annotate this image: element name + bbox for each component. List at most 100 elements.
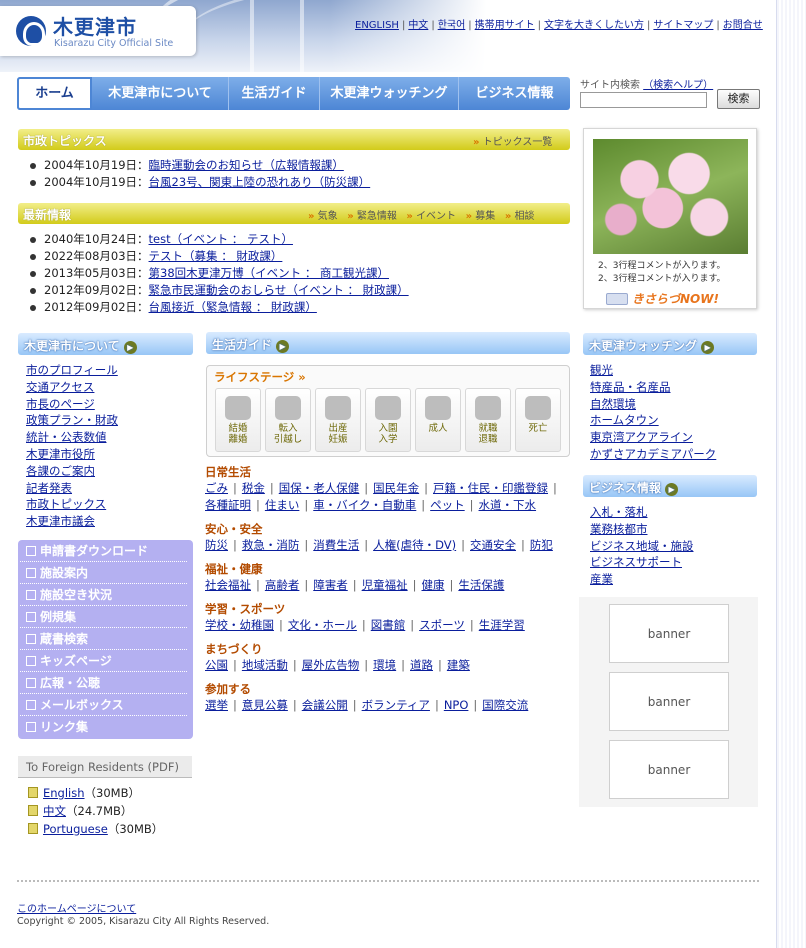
category-link[interactable]: スポーツ: [419, 618, 465, 632]
category-link[interactable]: 会議公開: [302, 698, 348, 712]
util-link-english[interactable]: ENGLISH: [355, 20, 399, 31]
topic-link[interactable]: 臨時運動会のお知らせ（広報情報課）: [149, 158, 344, 172]
category-link[interactable]: 学校・幼稚園: [205, 618, 274, 632]
about-link[interactable]: 各課のご案内: [26, 463, 118, 480]
category-link[interactable]: 意見公募: [242, 698, 288, 712]
category-link[interactable]: 救急・消防: [242, 538, 300, 552]
stage-death[interactable]: 死亡: [515, 388, 561, 452]
about-link[interactable]: 交通アクセス: [26, 379, 118, 396]
category-link[interactable]: 社会福祉: [205, 578, 251, 592]
menu-regulations[interactable]: 例規集: [20, 606, 187, 628]
util-link-korean[interactable]: 한국어: [438, 20, 466, 31]
banner-3[interactable]: banner: [609, 740, 729, 799]
business-link[interactable]: ビジネス地域・施設: [590, 538, 694, 555]
pdf-link-english[interactable]: English: [43, 786, 85, 800]
category-link[interactable]: 国保・老人保健: [279, 481, 360, 495]
news-link[interactable]: 緊急市民運動会のおしらせ（イベント ： 財政課）: [149, 283, 409, 297]
topics-list-link[interactable]: » トピックス一覧: [473, 133, 552, 148]
search-button[interactable]: 検索: [717, 89, 760, 109]
category-link[interactable]: 各種証明: [205, 498, 251, 512]
nav-life-guide[interactable]: 生活ガイド: [229, 77, 320, 110]
nav-home[interactable]: ホーム: [17, 77, 92, 110]
util-link-sitemap[interactable]: サイトマップ: [653, 20, 713, 31]
category-link[interactable]: 健康: [422, 578, 445, 592]
filter-weather[interactable]: 気象: [318, 211, 338, 222]
watching-header[interactable]: 木更津ウォッチング ▶: [583, 333, 757, 355]
business-link[interactable]: 業務核都市: [590, 521, 694, 538]
category-link[interactable]: 生涯学習: [479, 618, 525, 632]
watching-link[interactable]: 観光: [590, 362, 716, 379]
watching-link[interactable]: 自然環境: [590, 396, 716, 413]
stage-adult[interactable]: 成人: [415, 388, 461, 452]
category-link[interactable]: 人権(虐待・DV): [373, 538, 456, 552]
stage-birth[interactable]: 出産 妊娠: [315, 388, 361, 452]
banner-1[interactable]: banner: [609, 604, 729, 663]
topic-link[interactable]: 台風23号、関東上陸の恐れあり（防災課）: [149, 175, 371, 189]
life-guide-header[interactable]: 生活ガイド ▶: [206, 332, 570, 354]
category-link[interactable]: 消費生活: [313, 538, 359, 552]
category-link[interactable]: 建築: [447, 658, 470, 672]
category-link[interactable]: NPO: [444, 698, 469, 712]
category-link[interactable]: ボランティア: [362, 698, 430, 712]
banner-2[interactable]: banner: [609, 672, 729, 731]
pdf-link-portuguese[interactable]: Portuguese: [43, 822, 108, 836]
nav-about[interactable]: 木更津市について: [92, 77, 229, 110]
about-header[interactable]: 木更津市について ▶: [18, 333, 193, 355]
news-link[interactable]: 第38回木更津万博（イベント ： 商工観光課）: [149, 266, 389, 280]
category-link[interactable]: 国際交流: [482, 698, 528, 712]
about-link[interactable]: 市のプロフィール: [26, 362, 118, 379]
category-link[interactable]: 住まい: [265, 498, 300, 512]
business-link[interactable]: 入札・落札: [590, 504, 694, 521]
menu-mailbox[interactable]: メールボックス: [20, 694, 187, 716]
filter-event[interactable]: イベント: [416, 211, 456, 222]
category-link[interactable]: 車・バイク・自動車: [313, 498, 416, 512]
category-link[interactable]: 税金: [242, 481, 265, 495]
category-link[interactable]: 屋外広告物: [302, 658, 360, 672]
category-link[interactable]: 道路: [410, 658, 433, 672]
menu-download[interactable]: 申請書ダウンロード: [20, 540, 187, 562]
menu-availability[interactable]: 施設空き状況: [20, 584, 187, 606]
cherry-blossom-photo[interactable]: [593, 139, 748, 254]
kisarazu-now-link[interactable]: きさらづNOW!: [606, 290, 736, 306]
search-input[interactable]: [580, 92, 707, 108]
category-link[interactable]: 児童福祉: [362, 578, 408, 592]
category-link[interactable]: 障害者: [313, 578, 348, 592]
stage-school[interactable]: 入園 入学: [365, 388, 411, 452]
about-link[interactable]: 木更津市役所: [26, 446, 118, 463]
menu-pr[interactable]: 広報・公聴: [20, 672, 187, 694]
category-link[interactable]: 防犯: [530, 538, 553, 552]
category-link[interactable]: 図書館: [371, 618, 406, 632]
menu-facilities[interactable]: 施設案内: [20, 562, 187, 584]
watching-link[interactable]: かずさアカデミアパーク: [590, 446, 716, 463]
nav-watching[interactable]: 木更津ウォッチング: [320, 77, 459, 110]
business-link[interactable]: ビジネスサポート: [590, 554, 694, 571]
category-link[interactable]: 水道・下水: [479, 498, 537, 512]
category-link[interactable]: 防災: [205, 538, 228, 552]
menu-kids[interactable]: キッズページ: [20, 650, 187, 672]
site-logo[interactable]: 木更津市 Kisarazu City Official Site: [0, 6, 196, 56]
category-link[interactable]: 文化・ホール: [288, 618, 357, 632]
stage-marriage[interactable]: 結婚 離婚: [215, 388, 261, 452]
util-link-mobile[interactable]: 携帯用サイト: [475, 20, 535, 31]
category-link[interactable]: 高齢者: [265, 578, 300, 592]
category-link[interactable]: ペット: [430, 498, 465, 512]
business-header[interactable]: ビジネス情報 ▶: [583, 475, 757, 497]
stage-moving[interactable]: 転入 引越し: [265, 388, 311, 452]
filter-consult[interactable]: 相談: [514, 211, 534, 222]
util-link-large-text[interactable]: 文字を大きくしたい方: [544, 20, 644, 31]
pdf-link-chinese[interactable]: 中文: [43, 804, 66, 818]
filter-emergency[interactable]: 緊急情報: [357, 211, 397, 222]
about-link[interactable]: 政策プラン・財政: [26, 412, 118, 429]
news-link[interactable]: テスト（募集 ： 財政課）: [149, 249, 283, 263]
menu-links[interactable]: リンク集: [20, 716, 187, 738]
watching-link[interactable]: 東京湾アクアライン: [590, 429, 716, 446]
category-link[interactable]: 生活保護: [458, 578, 504, 592]
watching-link[interactable]: ホームタウン: [590, 412, 716, 429]
about-link[interactable]: 記者発表: [26, 480, 118, 497]
news-link[interactable]: test（イベント ： テスト）: [149, 232, 293, 246]
menu-library-search[interactable]: 蔵書検索: [20, 628, 187, 650]
search-help-link[interactable]: （検索ヘルプ）: [643, 80, 713, 91]
about-link[interactable]: 木更津市議会: [26, 513, 118, 530]
stage-employment[interactable]: 就職 退職: [465, 388, 511, 452]
about-link[interactable]: 市政トピックス: [26, 496, 118, 513]
